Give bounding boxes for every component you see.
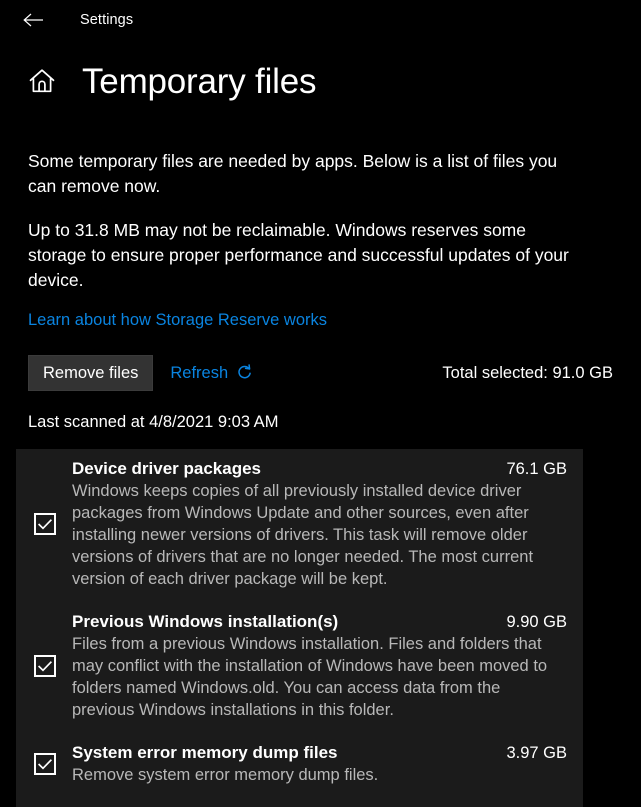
content-area: Some temporary files are needed by apps.… [0,149,641,432]
back-button[interactable] [16,5,50,35]
title-bar: Settings [0,0,641,40]
home-icon[interactable] [24,63,60,99]
refresh-circular-arrow-icon [236,364,254,382]
file-checkbox[interactable] [34,753,56,776]
file-body: System error memory dump files 3.97 GB R… [72,742,567,787]
app-title: Settings [80,12,134,28]
list-item[interactable]: Previous Windows installation(s) 9.90 GB… [16,611,583,722]
file-body: Device driver packages 76.1 GB Windows k… [72,458,567,591]
file-description: Remove system error memory dump files. [72,765,379,784]
refresh-button[interactable]: Refresh [170,364,254,383]
list-item[interactable]: System error memory dump files 3.97 GB R… [16,742,583,787]
file-checkbox[interactable] [34,655,56,678]
file-heading-row: System error memory dump files 3.97 GB [72,742,567,764]
file-heading-row: Device driver packages 76.1 GB [72,458,567,480]
total-selected-label: Total selected: 91.0 GB [442,363,613,382]
file-name: Previous Windows installation(s) [72,611,339,631]
learn-storage-reserve-link[interactable]: Learn about how Storage Reserve works [28,311,327,330]
action-row: Remove files Refresh Total selected: 91.… [28,355,613,392]
page-title: Temporary files [82,61,317,101]
file-description: Windows keeps copies of all previously i… [72,482,534,588]
temporary-files-list[interactable]: Device driver packages 76.1 GB Windows k… [16,449,583,807]
checkmark-icon [38,660,52,672]
description-paragraph-2: Up to 31.8 MB may not be reclaimable. Wi… [28,220,569,291]
refresh-label: Refresh [170,363,229,382]
checkmark-icon [38,758,52,770]
list-item[interactable]: Device driver packages 76.1 GB Windows k… [16,458,583,591]
remove-files-button[interactable]: Remove files [28,355,154,392]
back-arrow-icon [22,12,44,28]
file-size: 76.1 GB [506,460,567,479]
file-description: Files from a previous Windows installati… [72,634,548,719]
description-paragraph-1: Some temporary files are needed by apps.… [28,151,558,197]
file-name: Device driver packages [72,459,262,479]
file-size: 3.97 GB [506,743,567,762]
page-header: Temporary files [0,40,641,100]
file-heading-row: Previous Windows installation(s) 9.90 GB [72,611,567,633]
last-scanned-label: Last scanned at 4/8/2021 9:03 AM [28,413,279,432]
checkmark-icon [38,519,52,530]
file-checkbox[interactable] [34,513,56,536]
file-name: System error memory dump files [72,742,338,762]
file-size: 9.90 GB [506,612,567,631]
file-body: Previous Windows installation(s) 9.90 GB… [72,611,567,722]
